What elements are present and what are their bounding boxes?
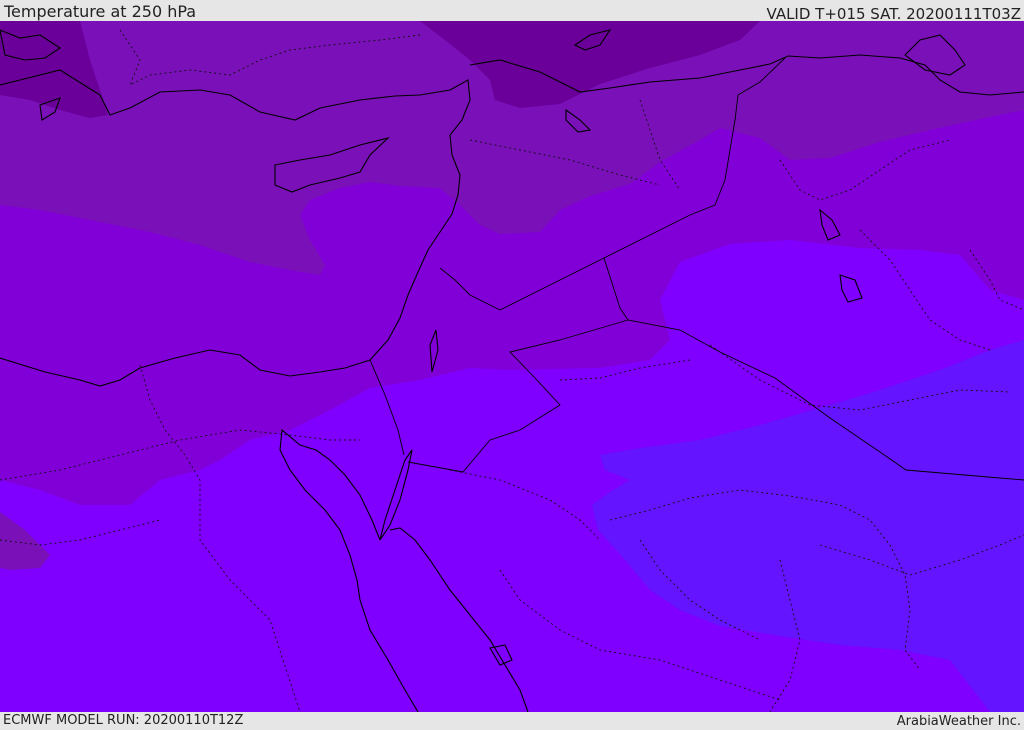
credit-label: ArabiaWeather Inc.: [896, 714, 1021, 729]
temperature-map: [0, 21, 1024, 712]
header-bar: Temperature at 250 hPa VALID T+015 SAT. …: [0, 0, 1024, 23]
model-run-label: ECMWF MODEL RUN: 20200110T12Z: [3, 713, 244, 728]
map-title: Temperature at 250 hPa: [4, 2, 197, 21]
footer-bar: ECMWF MODEL RUN: 20200110T12Z ArabiaWeat…: [0, 712, 1024, 729]
